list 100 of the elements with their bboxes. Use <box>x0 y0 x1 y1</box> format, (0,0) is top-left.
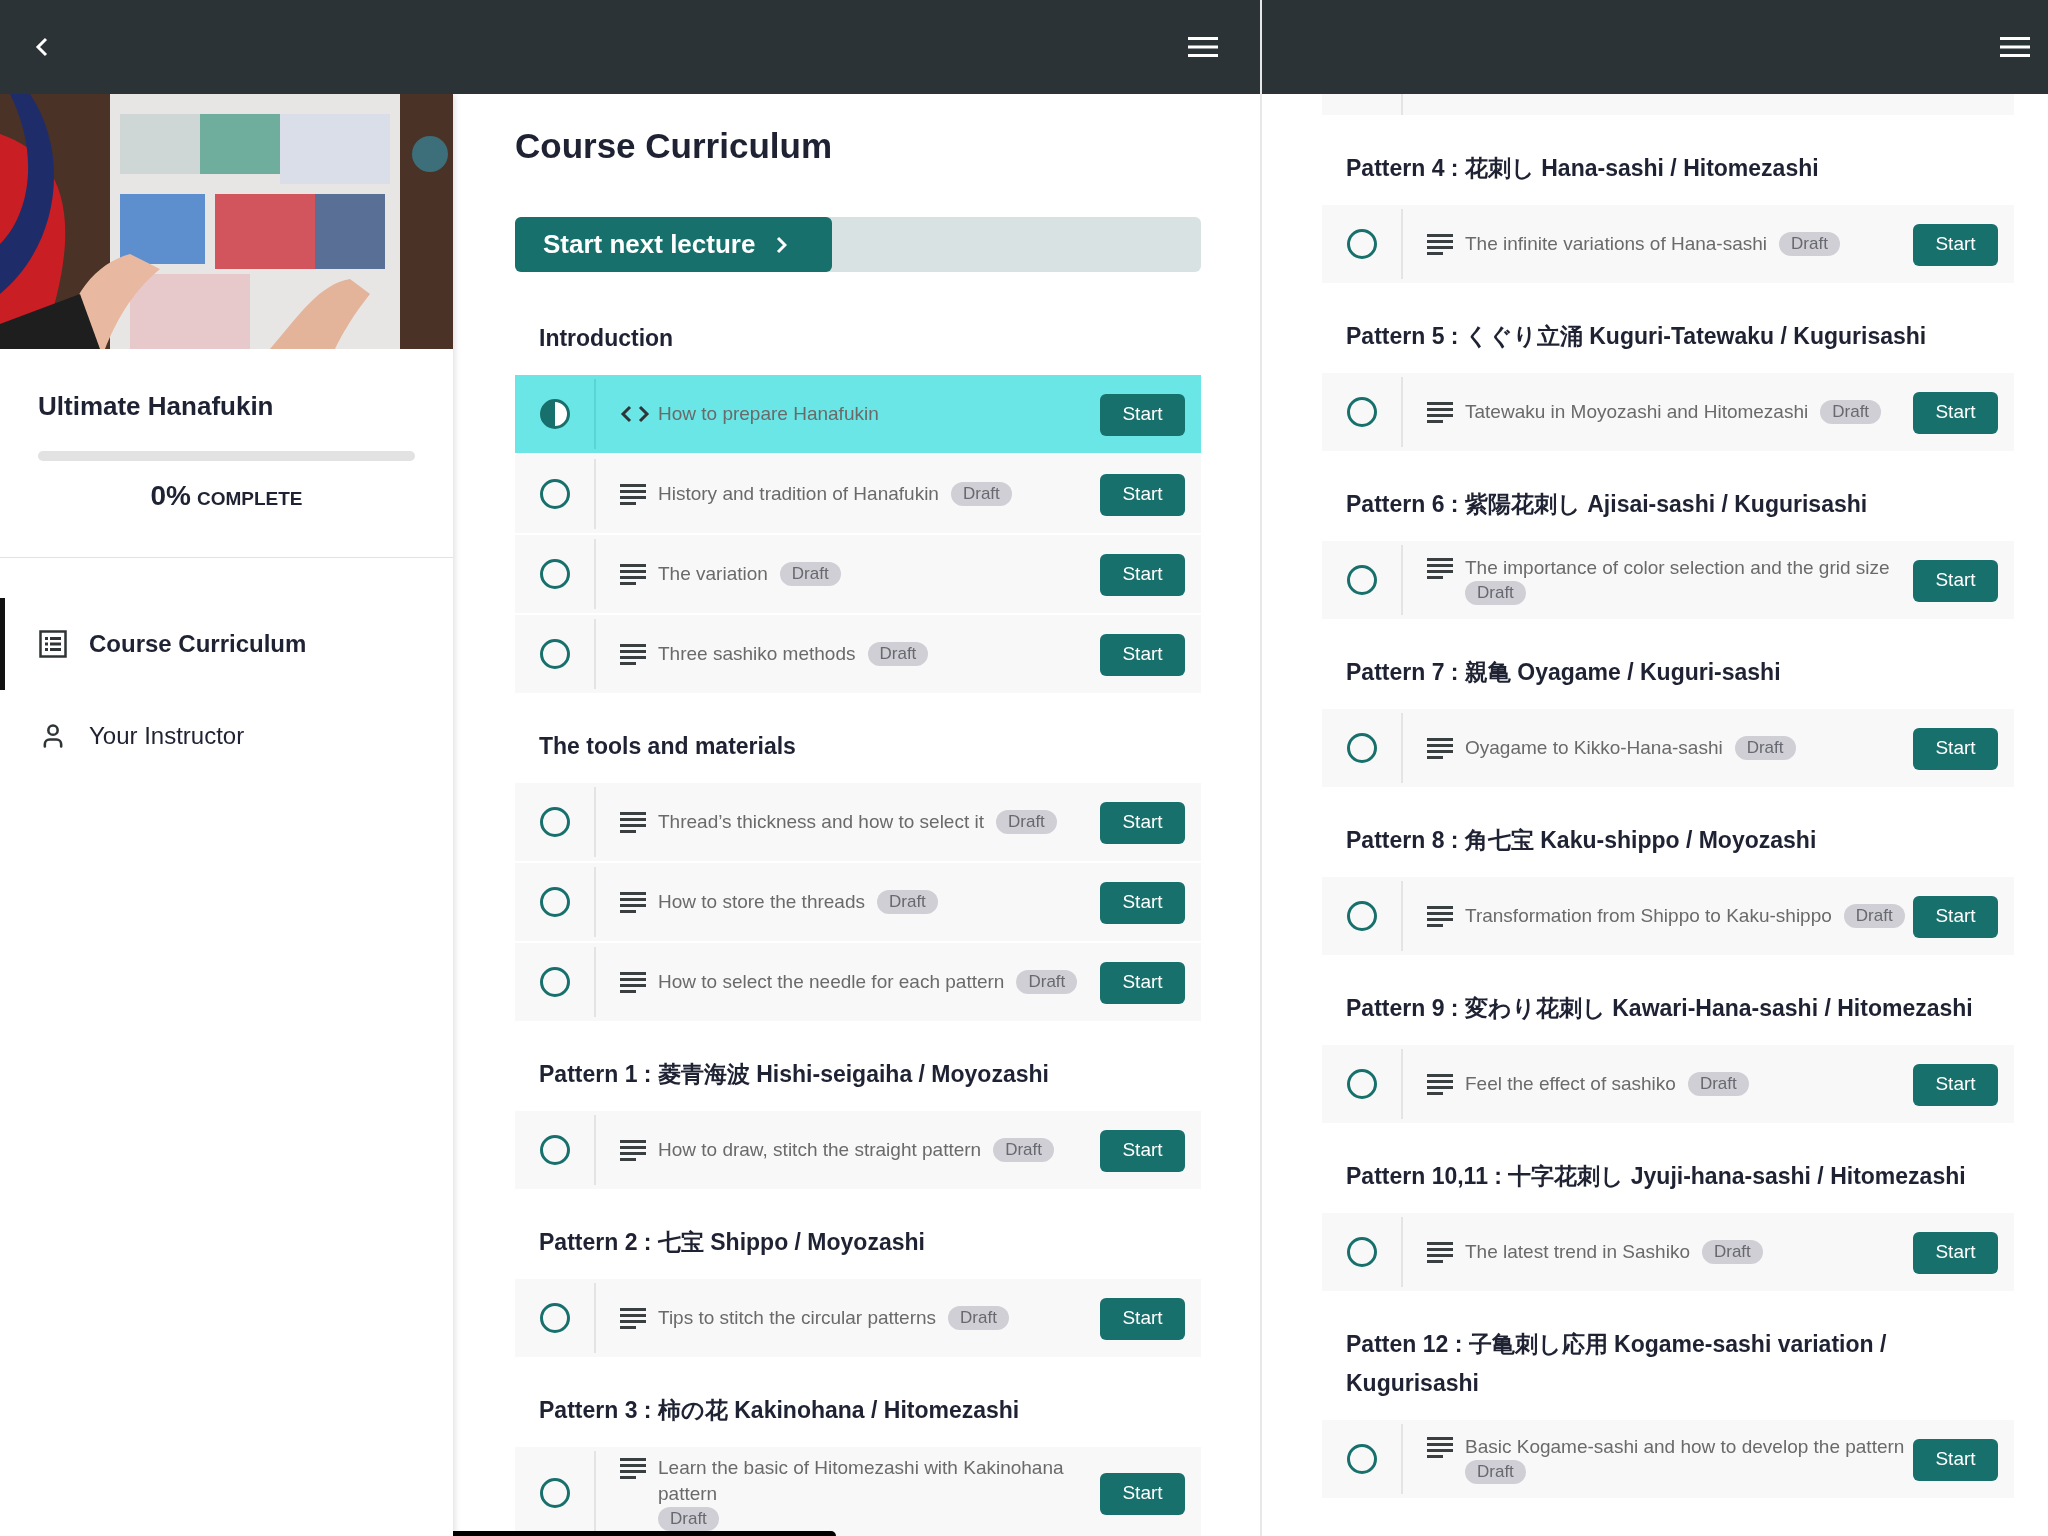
circle-icon[interactable] <box>538 1477 571 1509</box>
draft-badge: Draft <box>1734 736 1796 760</box>
lecture-title: How to select the needle for each pattern <box>658 970 1005 994</box>
lecture-title: Three sashiko methods <box>658 642 856 666</box>
start-button[interactable]: Start <box>1913 1438 1998 1481</box>
lecture-row[interactable]: Oyagame to Kikko-Hana-sashi Draft Start <box>1322 709 2014 787</box>
lecture-row[interactable]: Learn the basic of Hitomezashi with Kakinohana pattern Draft Start <box>515 1447 1201 1536</box>
start-button[interactable]: Start <box>1913 895 1998 938</box>
start-button[interactable]: Start <box>1913 1231 1998 1274</box>
start-button[interactable]: Start <box>1100 1297 1185 1340</box>
circle-icon[interactable] <box>1345 900 1378 932</box>
circle-icon[interactable] <box>538 1302 571 1334</box>
lecture-title: Tatewaku in Moyozashi and Hitomezashi <box>1465 400 1809 424</box>
text-lines-icon <box>1427 1436 1453 1458</box>
lecture-row[interactable]: Tips to stitch the circular patterns Draft Start <box>515 1279 1201 1357</box>
text-lines-icon <box>1427 1241 1453 1263</box>
lecture-title: Thread’s thickness and how to select it <box>658 810 984 834</box>
text-lines-icon <box>620 891 646 913</box>
progress-percent: 0% <box>150 481 191 511</box>
lecture-row[interactable]: Transformation from Shippo to Kaku-shippo Draft Start <box>1322 877 2014 955</box>
circle-icon[interactable] <box>1345 1236 1378 1268</box>
circle-icon[interactable] <box>538 558 571 590</box>
lecture-row[interactable]: Three sashiko methods Draft Start <box>515 615 1201 693</box>
start-button[interactable]: Start <box>1100 1472 1185 1515</box>
lecture-title: How to draw, stitch the straight pattern <box>658 1138 982 1162</box>
start-button[interactable]: Start <box>1913 559 1998 602</box>
draft-badge: Draft <box>1701 1240 1763 1264</box>
lecture-title: The infinite variations of Hana-sashi <box>1465 232 1768 256</box>
text-lines-icon <box>620 1139 646 1161</box>
circle-icon[interactable] <box>538 966 571 998</box>
start-button[interactable]: Start <box>1913 391 1998 434</box>
section-heading: Pattern 10,11 : 十字花刺し Jyuji-hana-sashi / Hitomezashi <box>1346 1163 1966 1189</box>
start-button[interactable]: Start <box>1100 1129 1185 1172</box>
start-button[interactable]: Start <box>1100 881 1185 924</box>
lecture-row[interactable]: How to draw, stitch the straight pattern Draft Start <box>515 1111 1201 1189</box>
lecture-row[interactable]: The variation Draft Start <box>515 535 1201 613</box>
lecture-row[interactable]: The importance of color selection and the grid size Draft Start <box>1322 541 2014 619</box>
lecture-row[interactable]: The latest trend in Sashiko Draft Start <box>1322 1213 2014 1291</box>
section-heading: Pattern 9 : 変わり花刺し Kawari-Hana-sashi / Hitomezashi <box>1346 995 1973 1021</box>
lecture-row[interactable]: Feel the effect of sashiko Draft Start <box>1322 1045 2014 1123</box>
section-heading: The tools and materials <box>539 733 796 759</box>
draft-badge: Draft <box>993 1138 1054 1162</box>
menu-icon[interactable] <box>1188 36 1218 58</box>
lecture-row[interactable]: The infinite variations of Hana-sashi Draft Start <box>1322 205 2014 283</box>
circle-icon[interactable] <box>538 886 571 918</box>
start-button[interactable]: Start <box>1913 223 1998 266</box>
section-heading: Patten 12 : 子亀刺し応用 Kogame-sashi variation / Kugurisashi <box>1346 1331 1887 1396</box>
start-button[interactable]: Start <box>1913 1063 1998 1106</box>
draft-badge: Draft <box>1016 970 1078 994</box>
lecture-title: How to prepare Hanafukin <box>658 402 879 426</box>
circle-icon[interactable] <box>538 1134 571 1166</box>
lecture-row[interactable]: How to select the needle for each pattern Draft Start <box>515 943 1201 1021</box>
menu-icon[interactable] <box>2000 36 2030 58</box>
start-button[interactable]: Start <box>1100 801 1185 844</box>
start-next-lecture-button[interactable]: Start next lecture <box>515 217 832 272</box>
section-heading: Pattern 2 : 七宝 Shippo / Moyozashi <box>539 1229 925 1255</box>
circle-icon[interactable] <box>538 806 571 838</box>
lecture-row[interactable]: How to store the threads Draft Start <box>515 863 1201 941</box>
lecture-title: Learn the basic of Hitomezashi with Kakinohana pattern <box>658 1456 1065 1506</box>
start-button[interactable]: Start <box>1100 961 1185 1004</box>
text-lines-icon <box>620 1457 646 1479</box>
circle-icon[interactable] <box>538 638 571 670</box>
start-button[interactable]: Start <box>1100 633 1185 676</box>
half-circle-icon[interactable] <box>538 398 571 430</box>
back-icon[interactable] <box>35 36 49 58</box>
circle-icon[interactable] <box>538 478 571 510</box>
lecture-row[interactable]: Thread’s thickness and how to select it Draft Start <box>515 783 1201 861</box>
circle-icon[interactable] <box>1345 396 1378 428</box>
text-lines-icon <box>1427 905 1453 927</box>
chevron-right-icon <box>775 234 788 255</box>
text-lines-icon <box>620 971 646 993</box>
circle-icon[interactable] <box>1345 564 1378 596</box>
circle-icon[interactable] <box>1345 1068 1378 1100</box>
start-button[interactable]: Start <box>1100 553 1185 596</box>
start-button[interactable]: Start <box>1913 727 1998 770</box>
circle-icon[interactable] <box>1345 732 1378 764</box>
start-button[interactable]: Start <box>1100 473 1185 516</box>
draft-badge: Draft <box>867 642 929 666</box>
section-heading: Introduction <box>539 325 674 351</box>
lecture-row[interactable]: History and tradition of Hanafukin Draft Start <box>515 455 1201 533</box>
text-lines-icon <box>1427 233 1453 255</box>
draft-badge: Draft <box>950 482 1012 506</box>
lecture-row[interactable]: Basic Kogame-sashi and how to develop the pattern Draft Start <box>1322 1420 2014 1498</box>
section-heading: Pattern 3 : 柿の花 Kakinohana / Hitomezashi <box>539 1397 1020 1423</box>
circle-icon[interactable] <box>1345 228 1378 260</box>
lecture-title: How to store the threads <box>658 890 865 914</box>
nav-label: Course Curriculum <box>89 629 307 659</box>
text-lines-icon <box>1427 401 1453 423</box>
lecture-row[interactable]: How to prepare Hanafukin Start <box>515 375 1201 453</box>
draft-badge: Draft <box>1843 904 1905 928</box>
lecture-row[interactable]: Tatewaku in Moyozashi and Hitomezashi Draft Start <box>1322 373 2014 451</box>
start-button[interactable]: Start <box>1100 393 1185 436</box>
draft-badge: Draft <box>948 1306 1009 1330</box>
nav-item[interactable]: Course Curriculum <box>0 598 453 690</box>
lecture-title: Tips to stitch the circular patterns <box>658 1306 937 1330</box>
nav-item[interactable]: Your Instructor <box>0 690 453 782</box>
lecture-title: The importance of color selection and the grid size <box>1465 556 1890 580</box>
text-lines-icon <box>620 643 646 665</box>
circle-icon[interactable] <box>1345 1443 1378 1475</box>
section-heading: Pattern 8 : 角七宝 Kaku-shippo / Moyozashi <box>1346 827 1817 853</box>
